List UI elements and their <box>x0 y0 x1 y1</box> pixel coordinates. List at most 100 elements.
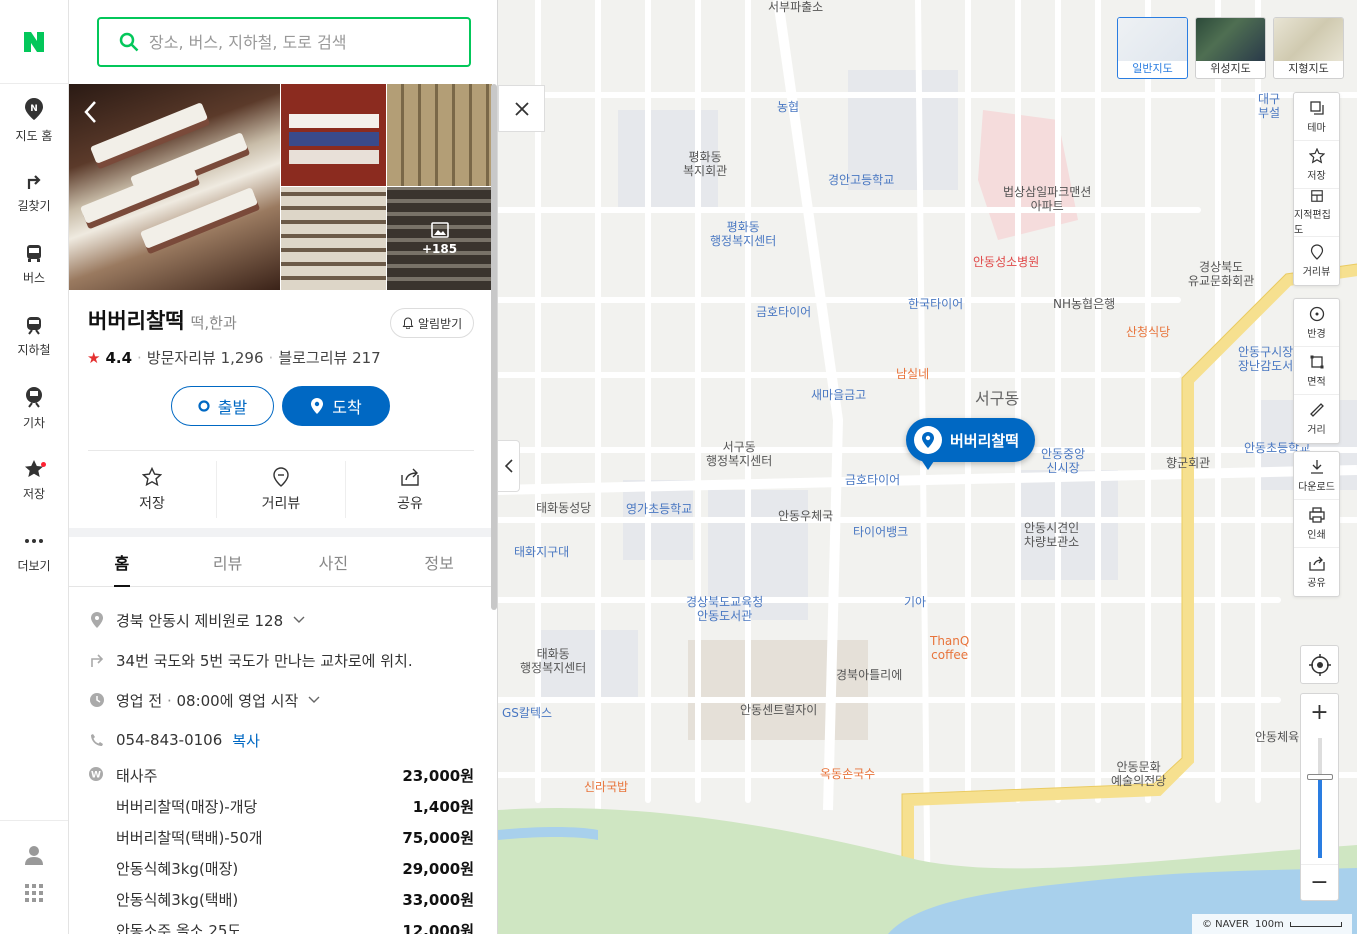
address-row[interactable]: 경북 안동시 제비원로 128 <box>88 600 474 640</box>
nav-subway[interactable]: 지하철 <box>0 300 68 372</box>
nav-bus[interactable]: 버스 <box>0 228 68 300</box>
map-label[interactable]: ThanQ coffee <box>930 634 969 662</box>
area-tool[interactable]: 면적 <box>1294 347 1339 395</box>
map-label[interactable]: 옥동손국수 <box>820 767 875 781</box>
map-view[interactable]: 서부파출소농협평화동 복지회관경안고등학교법상삼일파크맨션 아파트평화동 행정복… <box>498 0 1357 934</box>
map-label[interactable]: 안동체육 <box>1255 730 1299 744</box>
photo-main[interactable] <box>69 84 280 290</box>
zoom-slider-thumb[interactable] <box>1307 774 1333 780</box>
map-label[interactable]: 대구 부설 <box>1258 92 1280 120</box>
map-label[interactable]: GS칼텍스 <box>502 706 552 720</box>
map-label[interactable]: 안동우체국 <box>778 509 833 523</box>
map-label[interactable]: 서구동 행정복지센터 <box>706 440 772 468</box>
alarm-button[interactable]: 알림받기 <box>390 308 475 338</box>
save-tool[interactable]: 저장 <box>1294 141 1339 189</box>
copy-phone-button[interactable]: 복사 <box>232 730 260 751</box>
search-input[interactable] <box>149 32 449 52</box>
tool-label: 거리뷰 <box>1302 267 1331 278</box>
map-label[interactable]: 안동중앙 신시장 <box>1041 447 1085 475</box>
menu-item: 버버리찰떡(택배)-50개 75,000원 <box>88 822 474 853</box>
map-label[interactable]: 안동문화 예술의전당 <box>1111 760 1166 788</box>
zoom-out-button[interactable]: − <box>1301 864 1338 900</box>
hours-row[interactable]: 영업 전 · 08:00에 영업 시작 <box>88 680 474 720</box>
close-panel-button[interactable] <box>498 85 545 132</box>
map-label[interactable]: 법상삼일파크맨션 아파트 <box>1003 185 1091 213</box>
current-location-button[interactable] <box>1300 645 1339 684</box>
arrive-button[interactable]: 도착 <box>282 386 390 426</box>
map-label[interactable]: 타이어뱅크 <box>853 525 908 539</box>
tab-review[interactable]: 리뷰 <box>175 537 281 586</box>
map-label[interactable]: 금호타이어 <box>756 305 811 319</box>
map-type-terrain[interactable]: 지형지도 <box>1273 17 1344 79</box>
map-label[interactable]: 한국타이어 <box>908 297 963 311</box>
tool-label: 거리 <box>1307 425 1326 436</box>
map-label[interactable]: 영가초등학교 <box>626 502 692 516</box>
street-view-icon <box>1310 244 1323 260</box>
tab-info[interactable]: 정보 <box>386 537 492 586</box>
nav-directions[interactable]: 길찾기 <box>0 156 68 228</box>
map-type-normal[interactable]: 일반지도 <box>1117 17 1188 79</box>
map-label[interactable]: 기아 <box>904 595 926 609</box>
theme-tool[interactable]: 테마 <box>1294 93 1339 141</box>
map-label[interactable]: 산청식당 <box>1126 325 1170 339</box>
cadastral-tool[interactable]: 지적편집도 <box>1294 189 1339 237</box>
share-button[interactable]: 공유 <box>346 461 474 518</box>
map-label[interactable]: 태화동성당 <box>536 501 591 515</box>
zoom-in-button[interactable]: + <box>1301 694 1338 730</box>
map-label[interactable]: 서부파출소 <box>768 0 823 14</box>
place-marker[interactable]: 버버리찰떡 <box>906 418 1036 470</box>
map-label[interactable]: 금호타이어 <box>845 473 900 487</box>
tab-photo[interactable]: 사진 <box>281 537 387 586</box>
action-bar: 저장 거리뷰 공유 <box>88 450 474 528</box>
map-label[interactable]: 태화동 행정복지센터 <box>520 647 586 675</box>
print-tool[interactable]: 인쇄 <box>1294 500 1339 548</box>
user-icon[interactable] <box>24 845 44 865</box>
map-label[interactable]: 평화동 행정복지센터 <box>710 220 776 248</box>
street-view-button[interactable]: 거리뷰 <box>217 461 346 518</box>
panel-scrollbar[interactable] <box>491 84 497 610</box>
map-label[interactable]: 경북아틀리에 <box>836 668 902 682</box>
share-tool[interactable]: 공유 <box>1294 548 1339 596</box>
map-label[interactable]: 안동시견인 차량보관소 <box>1024 521 1079 549</box>
nav-saved[interactable]: 저장 <box>0 444 68 516</box>
save-button[interactable]: 저장 <box>88 461 217 518</box>
map-label[interactable]: 남실네 <box>896 367 929 381</box>
menu-item: W 태사주 23,000원 <box>88 760 474 791</box>
depart-button[interactable]: 출발 <box>171 386 274 426</box>
nav-train[interactable]: 기차 <box>0 372 68 444</box>
radius-tool[interactable]: 반경 <box>1294 299 1339 347</box>
collapse-panel-button[interactable] <box>498 440 520 492</box>
map-label[interactable]: 신라국밥 <box>584 780 628 794</box>
map-tools-top: 테마 저장 지적편집도 거리뷰 <box>1293 92 1340 286</box>
nav-map-home[interactable]: N 지도 홈 <box>0 84 68 156</box>
visitor-review-link[interactable]: 방문자리뷰 1,296 <box>147 347 264 368</box>
map-label[interactable]: 서구동 <box>975 391 1019 407</box>
map-label[interactable]: 안동구시장 장난감도서 <box>1238 345 1293 373</box>
map-label[interactable]: 경안고등학교 <box>828 173 894 187</box>
map-label[interactable]: 경상북도 유교문화회관 <box>1188 260 1254 288</box>
search-box[interactable] <box>97 17 471 67</box>
map-label[interactable]: NH농협은행 <box>1053 297 1115 311</box>
distance-tool[interactable]: 거리 <box>1294 395 1339 443</box>
map-label[interactable]: 향군회관 <box>1166 456 1210 470</box>
map-label[interactable]: 농협 <box>777 100 799 114</box>
naver-logo[interactable] <box>0 0 68 84</box>
apps-grid-icon[interactable] <box>24 883 44 903</box>
photo-prev-button[interactable] <box>83 100 99 128</box>
map-label[interactable]: 안동성소병원 <box>973 255 1039 269</box>
photo-thumb[interactable] <box>281 187 386 290</box>
map-label[interactable]: 태화지구대 <box>514 545 569 559</box>
map-label[interactable]: 경상북도교육청 안동도서관 <box>686 595 763 623</box>
photo-more[interactable]: +185 <box>387 187 492 290</box>
tab-home[interactable]: 홈 <box>69 537 175 587</box>
map-label[interactable]: 새마을금고 <box>811 388 866 402</box>
street-view-tool[interactable]: 거리뷰 <box>1294 237 1339 285</box>
download-tool[interactable]: 다운로드 <box>1294 452 1339 500</box>
map-label[interactable]: 평화동 복지회관 <box>683 150 727 178</box>
photo-thumb[interactable] <box>387 84 492 186</box>
blog-review-link[interactable]: 블로그리뷰 217 <box>278 347 380 368</box>
map-type-satellite[interactable]: 위성지도 <box>1195 17 1266 79</box>
photo-thumb[interactable] <box>281 84 386 186</box>
map-label[interactable]: 안동센트럴자이 <box>740 703 817 717</box>
nav-more[interactable]: 더보기 <box>0 516 68 588</box>
